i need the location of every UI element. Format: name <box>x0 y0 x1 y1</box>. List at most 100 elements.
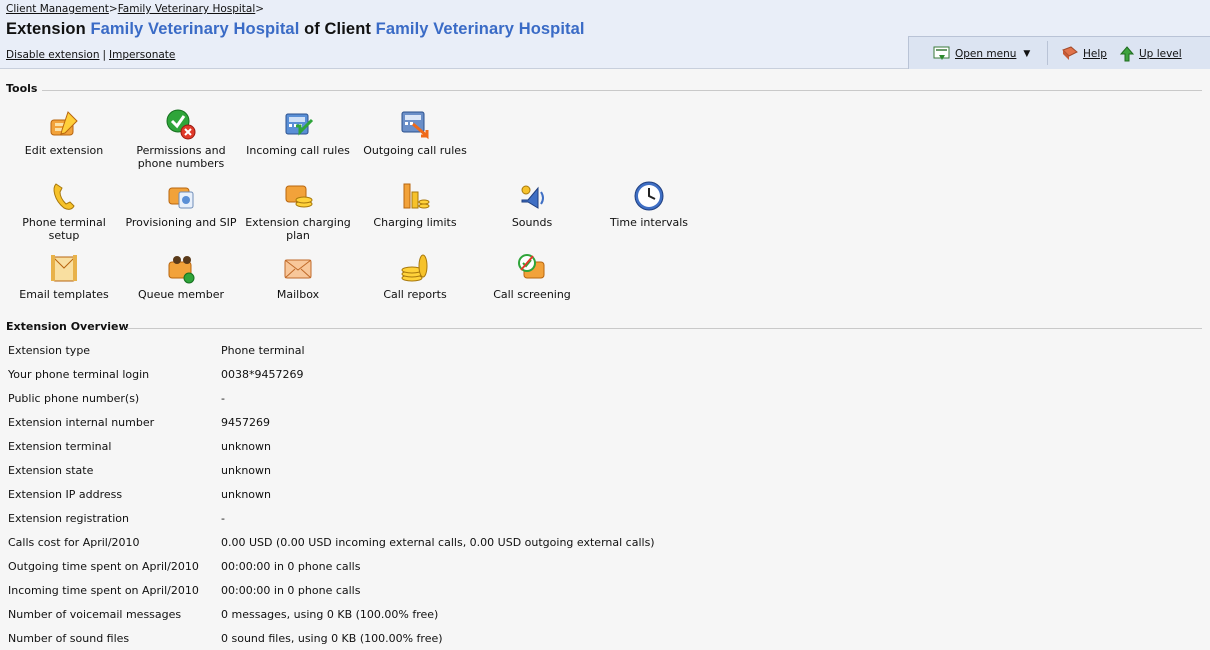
tools-divider <box>42 90 1202 91</box>
breadcrumb-client-management[interactable]: Client Management <box>6 3 109 15</box>
up-arrow-icon <box>1119 46 1135 62</box>
overview-row: Extension registration - <box>4 506 659 530</box>
overview-row: Number of voicemail messages 0 messages, … <box>4 602 659 626</box>
tool-label: Permissions and phone numbers <box>136 144 226 170</box>
overview-value: Phone terminal <box>221 343 305 357</box>
phone-terminal-icon <box>48 180 80 212</box>
tool-label: Mailbox <box>276 288 320 301</box>
tool-label: Extension charging plan <box>245 216 351 242</box>
provisioning-icon <box>165 180 197 212</box>
overview-value: unknown <box>221 463 271 477</box>
permissions-icon <box>165 108 197 140</box>
overview-key: Extension registration <box>8 511 129 525</box>
tool-outgoing-call-rules[interactable]: Outgoing call rules <box>357 108 473 157</box>
up-level-button[interactable]: Up level <box>1119 46 1182 62</box>
tool-time-intervals[interactable]: Time intervals <box>591 180 707 229</box>
tool-label: Incoming call rules <box>246 144 350 157</box>
disable-extension-link[interactable]: Disable extension <box>6 49 99 61</box>
overview-row: Incoming time spent on April/2010 00:00:0… <box>4 578 659 602</box>
header-menubar: Open menu ▼ Help Up level <box>908 36 1210 69</box>
overview-value: unknown <box>221 487 271 501</box>
tool-call-screening[interactable]: Call screening <box>474 252 590 301</box>
tool-label: Outgoing call rules <box>363 144 467 157</box>
title-mid: of Client <box>304 20 371 38</box>
help-button[interactable]: Help <box>1061 46 1107 62</box>
overview-row: Number of sound files 0 sound files, usin… <box>4 626 659 650</box>
incoming-call-rules-icon <box>282 108 314 140</box>
open-menu-button[interactable]: Open menu ▼ <box>933 46 1030 62</box>
tools-heading: Tools <box>6 82 38 95</box>
overview-row: Extension state unknown <box>4 458 659 482</box>
edit-extension-icon <box>48 108 80 140</box>
overview-key: Incoming time spent on April/2010 <box>8 583 199 597</box>
open-menu-label[interactable]: Open menu <box>955 48 1016 60</box>
overview-key: Outgoing time spent on April/2010 <box>8 559 199 573</box>
tool-phone-terminal-setup[interactable]: Phone terminal setup <box>6 180 122 242</box>
overview-key: Extension internal number <box>8 415 155 429</box>
overview-key: Number of voicemail messages <box>8 607 182 621</box>
call-screening-icon <box>516 252 548 284</box>
overview-table: Extension type Phone terminal Your phone … <box>4 338 659 650</box>
overview-row: Extension terminal unknown <box>4 434 659 458</box>
overview-value: - <box>221 511 225 525</box>
breadcrumb-separator: > <box>108 3 118 15</box>
overview-key: Calls cost for April/2010 <box>8 535 140 549</box>
overview-row: Extension internal number 9457269 <box>4 410 659 434</box>
chevron-down-icon[interactable]: ▼ <box>1023 49 1030 59</box>
page-header: Client Management>Family Veterinary Hosp… <box>0 0 1210 69</box>
tool-call-reports[interactable]: Call reports <box>357 252 473 301</box>
tool-sounds[interactable]: Sounds <box>474 180 590 229</box>
overview-divider <box>126 328 1202 329</box>
overview-key: Number of sound files <box>8 631 130 645</box>
overview-key: Your phone terminal login <box>8 367 150 381</box>
impersonate-link[interactable]: Impersonate <box>109 49 175 61</box>
overview-row: Extension type Phone terminal <box>4 338 659 362</box>
open-menu-icon <box>933 46 950 60</box>
charging-plan-icon <box>282 180 314 212</box>
mailbox-icon <box>282 252 314 284</box>
overview-value: 0 messages, using 0 KB (100.00% free) <box>221 607 439 621</box>
tool-label: Charging limits <box>373 216 457 229</box>
tool-label: Email templates <box>19 288 109 301</box>
help-icon <box>1062 46 1078 60</box>
tool-charging-limits[interactable]: Charging limits <box>357 180 473 229</box>
overview-row: Calls cost for April/2010 0.00 USD (0.00 … <box>4 530 659 554</box>
overview-key: Public phone number(s) <box>8 391 140 405</box>
overview-row: Extension IP address unknown <box>4 482 659 506</box>
tool-label: Edit extension <box>24 144 104 157</box>
overview-row: Outgoing time spent on April/2010 00:00:0… <box>4 554 659 578</box>
tool-edit-extension[interactable]: Edit extension <box>6 108 122 157</box>
tool-label: Sounds <box>511 216 553 229</box>
menubar-divider <box>1047 41 1048 65</box>
tool-mailbox[interactable]: Mailbox <box>240 252 356 301</box>
tool-incoming-call-rules[interactable]: Incoming call rules <box>240 108 356 157</box>
overview-key: Extension type <box>8 343 91 357</box>
tool-email-templates[interactable]: Email templates <box>6 252 122 301</box>
tool-label: Provisioning and SIP <box>125 216 237 229</box>
help-label[interactable]: Help <box>1083 48 1107 60</box>
overview-value: 00:00:00 in 0 phone calls <box>221 583 361 597</box>
up-level-label[interactable]: Up level <box>1139 48 1182 60</box>
tool-label: Call screening <box>493 288 571 301</box>
tool-permissions[interactable]: Permissions and phone numbers <box>123 108 239 170</box>
clock-icon <box>633 180 665 212</box>
tool-label: Time intervals <box>609 216 689 229</box>
overview-value: 0.00 USD (0.00 USD incoming external cal… <box>221 535 655 549</box>
charging-limits-icon <box>399 180 431 212</box>
tool-extension-charging-plan[interactable]: Extension charging plan <box>240 180 356 242</box>
overview-value: 9457269 <box>221 415 270 429</box>
overview-value: 00:00:00 in 0 phone calls <box>221 559 361 573</box>
overview-value: 0 sound files, using 0 KB (100.00% free) <box>221 631 443 645</box>
overview-heading: Extension Overview <box>6 320 129 333</box>
tool-provisioning-sip[interactable]: Provisioning and SIP <box>123 180 239 229</box>
overview-key: Extension IP address <box>8 487 123 501</box>
outgoing-call-rules-icon <box>399 108 431 140</box>
breadcrumb: Client Management>Family Veterinary Hosp… <box>6 3 264 15</box>
call-reports-icon <box>399 252 431 284</box>
link-separator: | <box>102 49 107 61</box>
title-prefix: Extension <box>6 20 86 38</box>
tool-label: Call reports <box>383 288 447 301</box>
overview-key: Extension terminal <box>8 439 112 453</box>
tool-queue-member[interactable]: Queue member <box>123 252 239 301</box>
breadcrumb-family-veterinary-hospital[interactable]: Family Veterinary Hospital <box>118 3 256 15</box>
